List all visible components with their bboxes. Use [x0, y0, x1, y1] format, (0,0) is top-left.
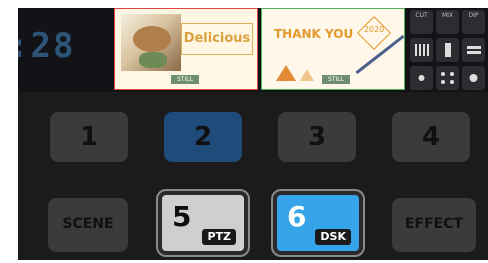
wipe-corners-key[interactable]: [436, 66, 459, 90]
input-2-button[interactable]: 2: [164, 112, 242, 162]
cut-key[interactable]: CUT: [410, 10, 433, 34]
monitor-strip: :28 Delicious STILL THANK YOU 2020 STILL…: [18, 8, 488, 92]
dot-icon: [418, 75, 425, 81]
bars-icon: [415, 44, 429, 56]
switcher-panel: :28 Delicious STILL THANK YOU 2020 STILL…: [18, 8, 488, 260]
ptz-label: PTZ: [202, 229, 236, 245]
ptz-button[interactable]: 5 PTZ: [158, 191, 248, 255]
split-icon: [467, 46, 481, 54]
mix-key[interactable]: MIX: [436, 10, 459, 34]
food-photo: [121, 14, 181, 71]
dip-key[interactable]: DIP: [462, 10, 485, 34]
corners-icon: [441, 72, 454, 84]
light-triangle: [300, 69, 314, 81]
input-3-button[interactable]: 3: [278, 112, 356, 162]
dsk-button[interactable]: 6 DSK: [273, 191, 363, 255]
dsk-label: DSK: [315, 229, 351, 245]
wipe-half-key[interactable]: [436, 38, 459, 62]
input-1-button[interactable]: 1: [50, 112, 128, 162]
orange-triangle: [276, 65, 296, 81]
preview-tag: STILL: [171, 75, 199, 84]
scene-button[interactable]: SCENE: [48, 198, 128, 252]
preview-heading: Delicious: [181, 23, 253, 55]
year-text: 2020: [363, 25, 385, 34]
preview-monitor[interactable]: Delicious STILL: [114, 8, 258, 90]
ptz-number: 5: [172, 200, 192, 233]
input-4-button[interactable]: 4: [392, 112, 470, 162]
wipe-split-key[interactable]: [462, 38, 485, 62]
clock-display: :28: [18, 26, 76, 66]
program-heading: THANK YOU: [274, 27, 354, 41]
effect-button[interactable]: EFFECT: [392, 198, 476, 252]
herb-image: [139, 52, 167, 68]
transition-panel: CUT MIX DIP: [410, 8, 488, 92]
half-icon: [445, 43, 451, 57]
program-monitor[interactable]: THANK YOU 2020 STILL: [261, 8, 405, 90]
dsk-number: 6: [287, 200, 307, 233]
program-tag: STILL: [322, 75, 350, 84]
bread-image: [133, 26, 171, 52]
wipe-circle-key[interactable]: [462, 66, 485, 90]
wipe-dot-key[interactable]: [410, 66, 433, 90]
wipe-bars-key[interactable]: [410, 38, 433, 62]
circle-icon: [469, 74, 478, 82]
